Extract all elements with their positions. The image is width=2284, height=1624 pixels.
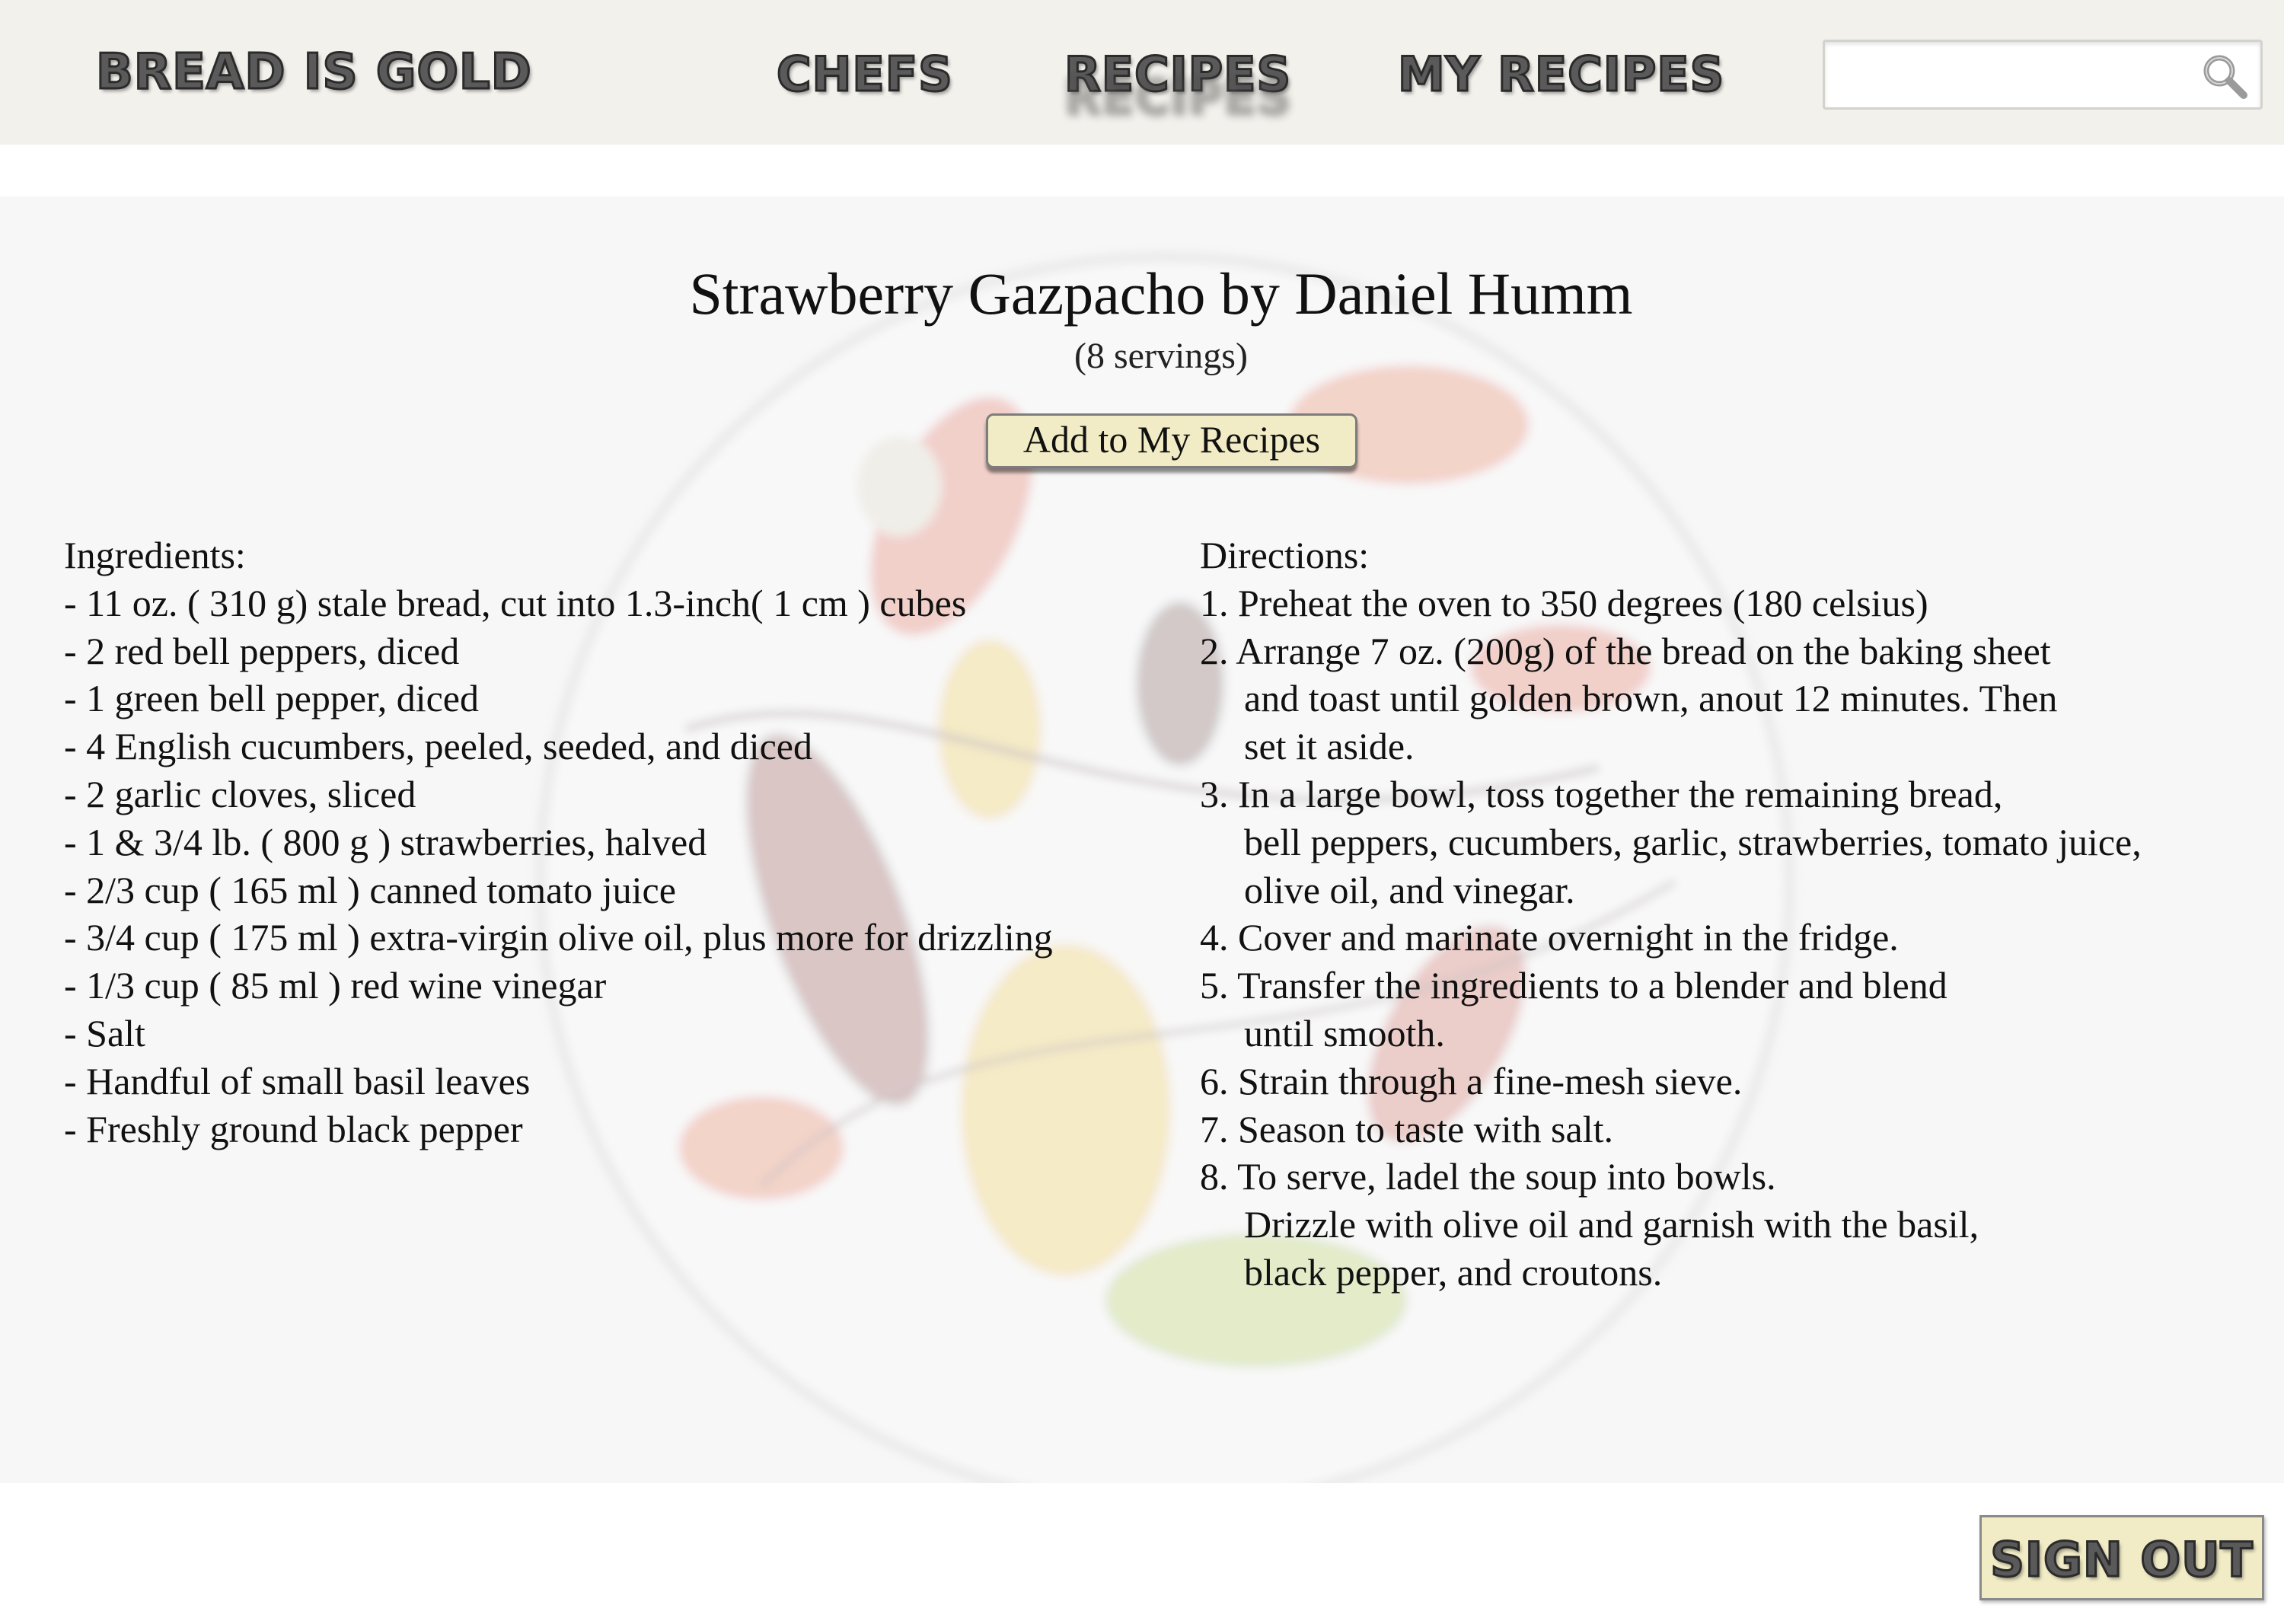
ingredient-item: - Freshly ground black pepper	[64, 1107, 523, 1150]
nav-recipes-label: RECIPES	[1063, 46, 1292, 104]
direction-step: 7. Season to taste with salt.	[1200, 1107, 1613, 1150]
direction-step-continued: black pepper, and croutons.	[1244, 1250, 1663, 1294]
nav-recipes[interactable]: RECIPES RECIPES	[1063, 44, 1292, 126]
direction-step: 6. Strain through a fine-mesh sieve.	[1200, 1059, 1743, 1102]
ingredient-item: - Handful of small basil leaves	[64, 1059, 531, 1102]
search-icon[interactable]	[2199, 51, 2250, 101]
direction-step-continued: Drizzle with olive oil and garnish with …	[1244, 1203, 1979, 1246]
ingredient-item: - Salt	[64, 1011, 145, 1054]
direction-step-continued: and toast until golden brown, anout 12 m…	[1244, 677, 2058, 720]
ingredient-item: - 1/3 cup ( 85 ml ) red wine vinegar	[64, 964, 607, 1007]
ingredient-item: - 1 & 3/4 lb. ( 800 g ) strawberries, ha…	[64, 820, 707, 863]
directions-heading: Directions:	[1200, 534, 1370, 576]
ingredients-heading: Ingredients:	[64, 534, 246, 576]
direction-step: 4. Cover and marinate overnight in the f…	[1200, 916, 1899, 959]
recipe-servings: (8 servings)	[1074, 336, 1248, 376]
ingredient-item: - 4 English cucumbers, peeled, seeded, a…	[64, 725, 812, 768]
direction-step-continued: until smooth.	[1244, 1011, 1445, 1054]
add-to-my-recipes-button[interactable]: Add to My Recipes	[986, 413, 1357, 468]
ingredient-item: - 3/4 cup ( 175 ml ) extra-virgin olive …	[64, 916, 1053, 959]
ingredient-item: - 2 garlic cloves, sliced	[64, 772, 416, 815]
search-box[interactable]	[1823, 40, 2263, 110]
nav-my-recipes[interactable]: MY RECIPES	[1396, 44, 1724, 105]
directions-section: Directions: 1. Preheat the oven to 350 d…	[1200, 531, 2281, 1297]
nav-chefs[interactable]: CHEFS	[776, 44, 954, 105]
brand-logo[interactable]: BREAD IS GOLD	[95, 42, 533, 103]
direction-step-continued: olive oil, and vinegar.	[1244, 868, 1575, 911]
ingredient-item: - 2/3 cup ( 165 ml ) canned tomato juice	[64, 868, 676, 911]
sign-out-button[interactable]: SIGN OUT	[1979, 1515, 2264, 1600]
ingredient-item: - 1 green bell pepper, diced	[64, 677, 479, 720]
recipe-title: Strawberry Gazpacho by Daniel Humm	[689, 260, 1633, 327]
ingredient-item: - 11 oz. ( 310 g) stale bread, cut into …	[64, 581, 967, 624]
top-header: BREAD IS GOLD CHEFS RECIPES RECIPES MY R…	[0, 0, 2284, 145]
ingredients-section: Ingredients: - 11 oz. ( 310 g) stale bre…	[64, 531, 1206, 1153]
direction-step-continued: bell peppers, cucumbers, garlic, strawbe…	[1244, 820, 2142, 863]
direction-step: 2. Arrange 7 oz. (200g) of the bread on …	[1200, 629, 2051, 672]
direction-step-continued: set it aside.	[1244, 725, 1415, 768]
direction-step: 3. In a large bowl, toss together the re…	[1200, 772, 2003, 815]
direction-step: 5. Transfer the ingredients to a blender…	[1200, 964, 1947, 1007]
search-input[interactable]	[1825, 42, 2183, 107]
direction-step: 8. To serve, ladel the soup into bowls.	[1200, 1155, 1776, 1198]
sign-out-label: SIGN OUT	[1989, 1531, 2254, 1589]
direction-step: 1. Preheat the oven to 350 degrees (180 …	[1200, 581, 1928, 624]
ingredient-item: - 2 red bell peppers, diced	[64, 629, 460, 672]
recipe-panel: Strawberry Gazpacho by Daniel Humm (8 se…	[0, 196, 2284, 1483]
